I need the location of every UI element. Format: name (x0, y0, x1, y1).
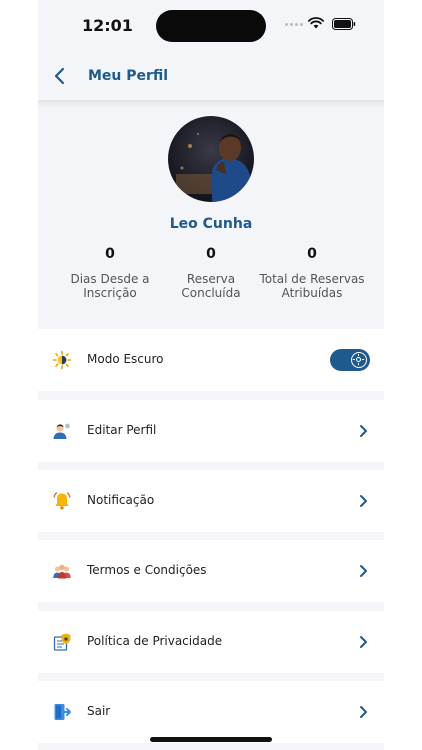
chevron-right-icon (360, 706, 367, 718)
avatar (168, 116, 254, 202)
stat-label: Reserva Concluída (181, 272, 241, 300)
stat-completed-bookings: 0 Reserva Concluída (156, 246, 266, 300)
page-title: Meu Perfil (88, 68, 169, 84)
battery-icon (332, 18, 356, 30)
user-edit-icon (53, 423, 70, 439)
stat-label: Total de Reservas Atribuídas (259, 272, 365, 300)
privacy-icon (53, 633, 71, 651)
menu-label: Editar Perfil (87, 423, 157, 437)
bell-icon (53, 492, 71, 510)
status-bar: 12:01 (38, 0, 384, 52)
chevron-right-icon (360, 565, 367, 577)
stat-value: 0 (307, 246, 317, 262)
menu-label: Modo Escuro (87, 352, 164, 366)
menu-label: Sair (87, 704, 111, 718)
menu-label: Termos e Condições (87, 563, 207, 577)
header-shadow (38, 100, 384, 108)
home-indicator (150, 737, 272, 742)
stat-value: 0 (206, 246, 216, 262)
menu-item-terms[interactable]: Termos e Condições (38, 540, 384, 602)
wifi-icon (308, 17, 324, 29)
stat-value: 0 (105, 246, 115, 262)
stat-days-since-signup: 0 Dias Desde a Inscrição (55, 246, 165, 300)
chevron-left-icon[interactable] (52, 66, 68, 86)
status-time: 12:01 (82, 16, 133, 35)
menu-item-logout[interactable]: Sair (38, 681, 384, 743)
menu-item-notification[interactable]: Notificação (38, 470, 384, 532)
toggle-knob-sun-icon (351, 352, 367, 368)
chevron-right-icon (360, 495, 367, 507)
menu-item-edit-profile[interactable]: Editar Perfil (38, 400, 384, 462)
profile-screen: 12:01 Meu Perfil Leo Cunha 0 Dias Desde … (38, 0, 384, 750)
dark-mode-toggle[interactable] (330, 349, 370, 371)
people-icon (53, 564, 71, 579)
signal-icon (285, 23, 303, 26)
dynamic-island (156, 10, 266, 42)
chevron-right-icon (360, 636, 367, 648)
menu-item-privacy-policy[interactable]: Política de Privacidade (38, 611, 384, 673)
top-app-bar: Meu Perfil (38, 52, 384, 102)
menu-item-dark-mode: Modo Escuro (38, 329, 384, 391)
menu-label: Política de Privacidade (87, 634, 223, 648)
sun-icon (52, 350, 72, 370)
stat-total-assigned-bookings: 0 Total de Reservas Atribuídas (257, 246, 367, 300)
chevron-right-icon (360, 425, 367, 437)
logout-icon (54, 704, 71, 720)
stat-label: Dias Desde a Inscrição (70, 272, 150, 300)
menu-label: Notificação (87, 493, 155, 507)
profile-name: Leo Cunha (169, 216, 253, 232)
